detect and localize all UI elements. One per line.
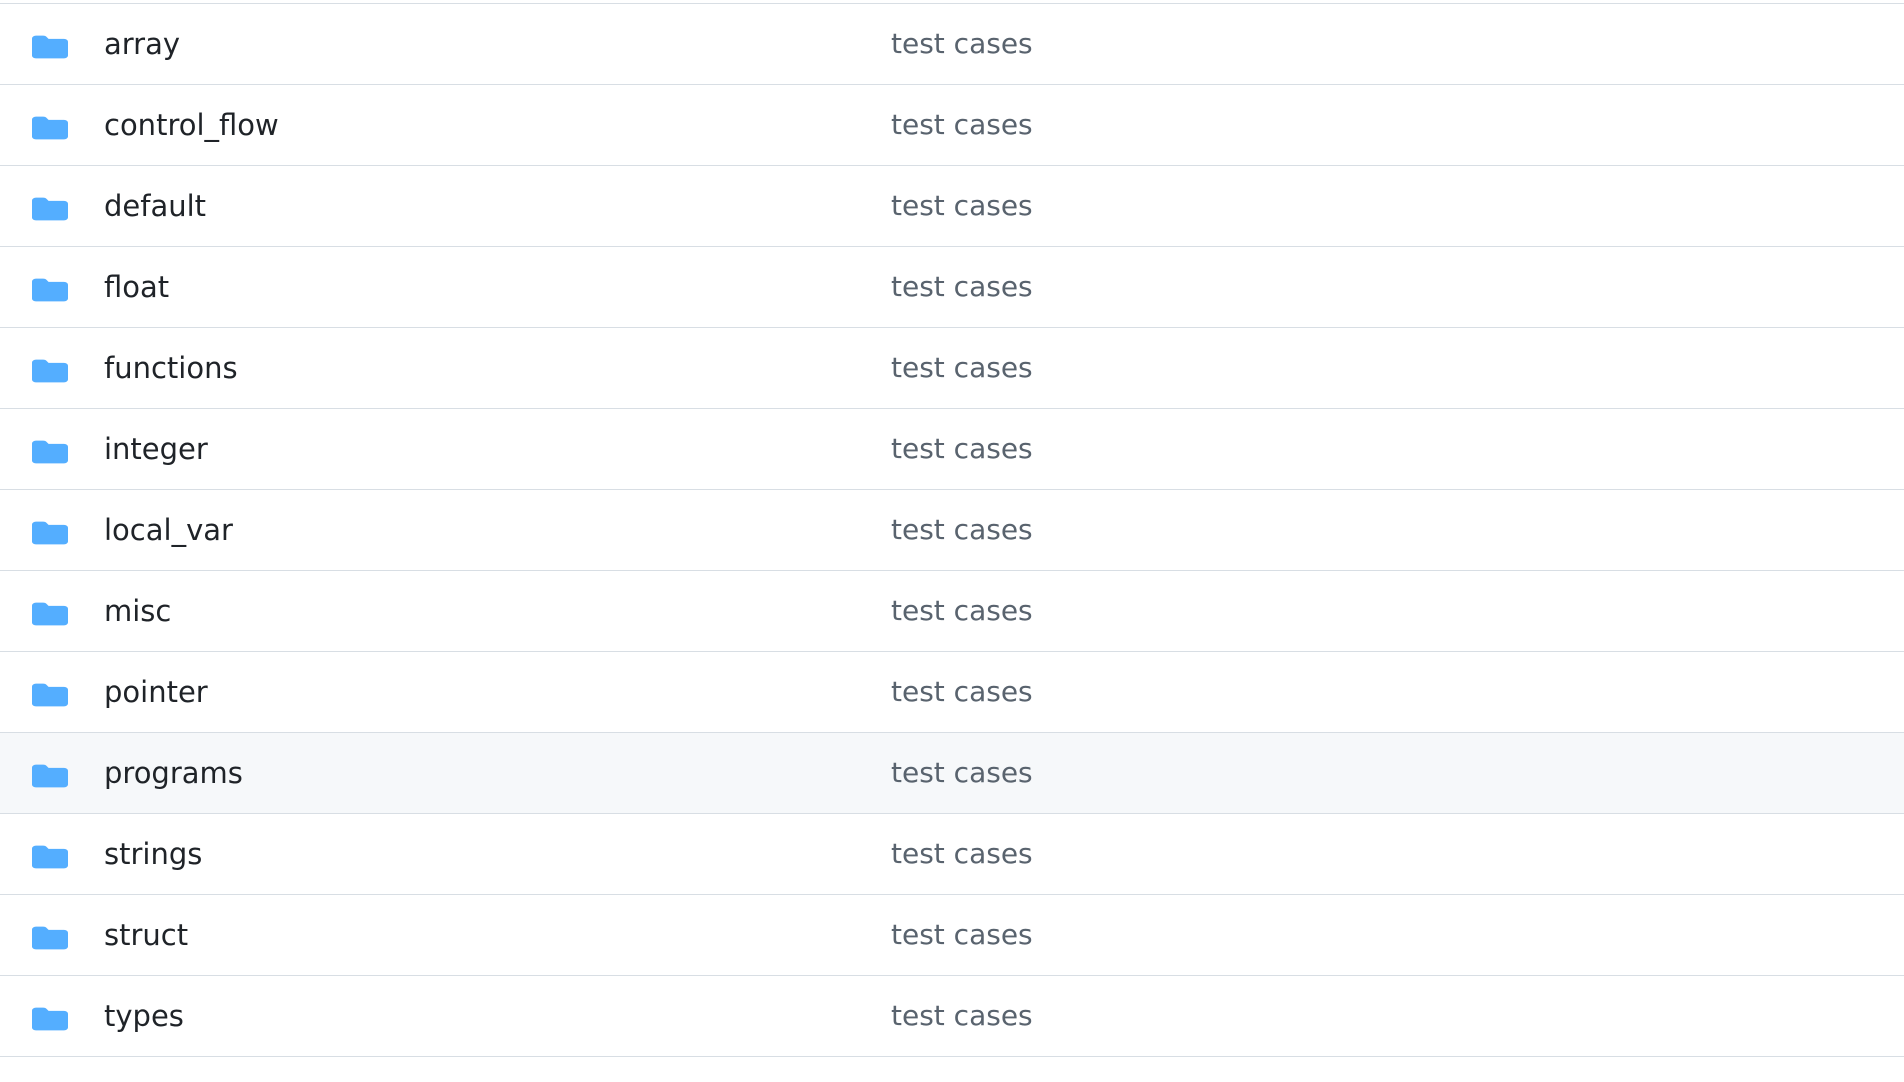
- folder-name-link[interactable]: float: [104, 247, 169, 328]
- folder-icon: [32, 844, 68, 870]
- file-row[interactable]: default test cases: [0, 166, 1904, 247]
- folder-icon: [32, 1006, 68, 1032]
- folder-name-link[interactable]: strings: [104, 814, 202, 895]
- folder-icon: [32, 196, 68, 222]
- file-row[interactable]: struct test cases: [0, 895, 1904, 976]
- file-row[interactable]: misc test cases: [0, 571, 1904, 652]
- commit-message-link[interactable]: test cases: [891, 166, 1033, 247]
- folder-icon: [32, 358, 68, 384]
- commit-message-link[interactable]: test cases: [891, 895, 1033, 976]
- file-list: array test cases control_flow test cases…: [0, 3, 1904, 1057]
- folder-icon: [32, 34, 68, 60]
- commit-message-link[interactable]: test cases: [891, 814, 1033, 895]
- folder-name-link[interactable]: programs: [104, 733, 243, 814]
- file-row[interactable]: strings test cases: [0, 814, 1904, 895]
- folder-name-link[interactable]: pointer: [104, 652, 208, 733]
- commit-message-link[interactable]: test cases: [891, 328, 1033, 409]
- commit-message-link[interactable]: test cases: [891, 652, 1033, 733]
- folder-icon: [32, 115, 68, 141]
- folder-name-link[interactable]: control_flow: [104, 85, 279, 166]
- file-row[interactable]: types test cases: [0, 976, 1904, 1057]
- folder-icon: [32, 925, 68, 951]
- commit-message-link[interactable]: test cases: [891, 409, 1033, 490]
- commit-message-link[interactable]: test cases: [891, 490, 1033, 571]
- commit-message-link[interactable]: test cases: [891, 85, 1033, 166]
- folder-icon: [32, 682, 68, 708]
- folder-name-link[interactable]: integer: [104, 409, 208, 490]
- commit-message-link[interactable]: test cases: [891, 247, 1033, 328]
- folder-name-link[interactable]: functions: [104, 328, 238, 409]
- file-row[interactable]: programs test cases: [0, 733, 1904, 814]
- file-row[interactable]: local_var test cases: [0, 490, 1904, 571]
- folder-icon: [32, 763, 68, 789]
- commit-message-link[interactable]: test cases: [891, 733, 1033, 814]
- folder-name-link[interactable]: array: [104, 4, 180, 85]
- file-row[interactable]: integer test cases: [0, 409, 1904, 490]
- folder-name-link[interactable]: struct: [104, 895, 188, 976]
- commit-message-link[interactable]: test cases: [891, 976, 1033, 1057]
- folder-name-link[interactable]: local_var: [104, 490, 233, 571]
- folder-icon: [32, 439, 68, 465]
- folder-name-link[interactable]: default: [104, 166, 206, 247]
- folder-icon: [32, 277, 68, 303]
- commit-message-link[interactable]: test cases: [891, 571, 1033, 652]
- folder-name-link[interactable]: types: [104, 976, 184, 1057]
- folder-icon: [32, 520, 68, 546]
- file-row[interactable]: control_flow test cases: [0, 85, 1904, 166]
- commit-message-link[interactable]: test cases: [891, 4, 1033, 85]
- folder-name-link[interactable]: misc: [104, 571, 171, 652]
- file-row[interactable]: functions test cases: [0, 328, 1904, 409]
- file-row[interactable]: array test cases: [0, 4, 1904, 85]
- folder-icon: [32, 601, 68, 627]
- file-row[interactable]: float test cases: [0, 247, 1904, 328]
- file-row[interactable]: pointer test cases: [0, 652, 1904, 733]
